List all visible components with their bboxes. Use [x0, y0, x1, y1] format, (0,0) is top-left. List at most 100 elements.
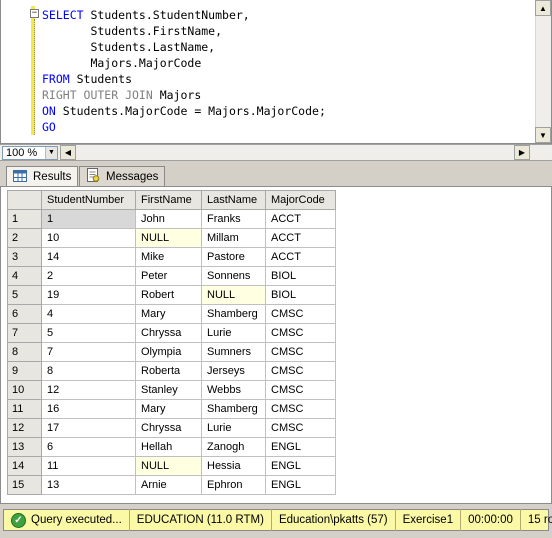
grid-cell[interactable]: 14 [41, 247, 136, 267]
grid-cell[interactable]: ENGL [265, 475, 336, 495]
grid-cell[interactable]: Hellah [135, 437, 202, 457]
row-number-cell[interactable]: 12 [7, 418, 42, 438]
grid-cell[interactable]: Mary [135, 399, 202, 419]
grid-cell[interactable]: Millam [201, 228, 266, 248]
column-header[interactable]: StudentNumber [41, 190, 136, 210]
code-line[interactable]: ON Students.MajorCode = Majors.MajorCode… [42, 103, 326, 119]
grid-cell[interactable]: Olympia [135, 342, 202, 362]
row-number-cell[interactable]: 8 [7, 342, 42, 362]
table-row[interactable]: 8 7 Olympia Sumners CMSC [7, 342, 336, 362]
table-row[interactable]: 3 14 Mike Pastore ACCT [7, 247, 336, 267]
grid-cell[interactable]: ACCT [265, 209, 336, 229]
results-grid[interactable]: StudentNumber FirstName LastName MajorCo… [7, 190, 336, 495]
grid-cell[interactable]: 13 [41, 475, 136, 495]
sql-code-text[interactable]: SELECT Students.StudentNumber, Students.… [42, 7, 326, 135]
grid-cell[interactable]: 5 [41, 323, 136, 343]
tab-messages[interactable]: Messages [79, 166, 166, 186]
row-number-cell[interactable]: 3 [7, 247, 42, 267]
grid-cell[interactable]: NULL [201, 285, 266, 305]
column-header[interactable]: FirstName [135, 190, 202, 210]
grid-cell[interactable]: Peter [135, 266, 202, 286]
table-row[interactable]: 12 17 Chryssa Lurie CMSC [7, 418, 336, 438]
grid-cell[interactable]: 4 [41, 304, 136, 324]
grid-cell[interactable]: Mike [135, 247, 202, 267]
table-row[interactable]: 2 10 NULL Millam ACCT [7, 228, 336, 248]
grid-cell[interactable]: ACCT [265, 247, 336, 267]
grid-cell[interactable]: Chryssa [135, 418, 202, 438]
grid-cell[interactable]: BIOL [265, 285, 336, 305]
grid-cell[interactable]: CMSC [265, 342, 336, 362]
grid-cell[interactable]: 19 [41, 285, 136, 305]
table-row[interactable]: 13 6 Hellah Zanogh ENGL [7, 437, 336, 457]
grid-cell[interactable]: Zanogh [201, 437, 266, 457]
row-number-cell[interactable]: 5 [7, 285, 42, 305]
chevron-down-icon[interactable]: ▼ [45, 147, 57, 159]
grid-cell[interactable]: ENGL [265, 437, 336, 457]
row-number-cell[interactable]: 11 [7, 399, 42, 419]
grid-cell[interactable]: Jerseys [201, 361, 266, 381]
table-row[interactable]: 1 1 John Franks ACCT [7, 209, 336, 229]
collapse-toggle-icon[interactable]: − [30, 9, 39, 18]
grid-cell[interactable]: 10 [41, 228, 136, 248]
grid-cell[interactable]: Hessia [201, 456, 266, 476]
grid-cell[interactable]: Mary [135, 304, 202, 324]
grid-cell[interactable]: John [135, 209, 202, 229]
column-header[interactable]: MajorCode [265, 190, 336, 210]
table-row[interactable]: 9 8 Roberta Jerseys CMSC [7, 361, 336, 381]
column-header[interactable]: LastName [201, 190, 266, 210]
grid-cell[interactable]: Pastore [201, 247, 266, 267]
grid-cell[interactable]: CMSC [265, 399, 336, 419]
row-number-cell[interactable]: 13 [7, 437, 42, 457]
code-line[interactable]: FROM Students [42, 71, 326, 87]
code-line[interactable]: Students.LastName, [42, 39, 326, 55]
editor-vertical-scrollbar[interactable]: ▲ ▼ [535, 0, 551, 143]
table-row[interactable]: 4 2 Peter Sonnens BIOL [7, 266, 336, 286]
tab-results[interactable]: Results [6, 166, 79, 187]
grid-cell[interactable]: ACCT [265, 228, 336, 248]
grid-cell[interactable]: NULL [135, 228, 202, 248]
table-row[interactable]: 5 19 Robert NULL BIOL [7, 285, 336, 305]
grid-cell[interactable]: 6 [41, 437, 136, 457]
grid-cell[interactable]: ENGL [265, 456, 336, 476]
code-line[interactable]: GO [42, 119, 326, 135]
table-row[interactable]: 7 5 Chryssa Lurie CMSC [7, 323, 336, 343]
grid-cell[interactable]: Lurie [201, 418, 266, 438]
grid-corner-cell[interactable] [7, 190, 42, 210]
grid-cell[interactable]: Shamberg [201, 304, 266, 324]
grid-cell[interactable]: NULL [135, 456, 202, 476]
grid-cell[interactable]: Ephron [201, 475, 266, 495]
grid-cell[interactable]: Sumners [201, 342, 266, 362]
row-number-cell[interactable]: 1 [7, 209, 42, 229]
scroll-left-arrow-icon[interactable]: ◀ [60, 145, 76, 160]
grid-cell[interactable]: Shamberg [201, 399, 266, 419]
results-grid-pane[interactable]: StudentNumber FirstName LastName MajorCo… [0, 186, 552, 504]
grid-cell[interactable]: Arnie [135, 475, 202, 495]
grid-cell[interactable]: 2 [41, 266, 136, 286]
table-row[interactable]: 15 13 Arnie Ephron ENGL [7, 475, 336, 495]
table-row[interactable]: 6 4 Mary Shamberg CMSC [7, 304, 336, 324]
row-number-cell[interactable]: 4 [7, 266, 42, 286]
grid-cell[interactable]: BIOL [265, 266, 336, 286]
code-line[interactable]: RIGHT OUTER JOIN Majors [42, 87, 326, 103]
grid-cell[interactable]: Stanley [135, 380, 202, 400]
zoom-select[interactable]: 100 % ▼ [2, 146, 58, 160]
row-number-cell[interactable]: 6 [7, 304, 42, 324]
grid-cell[interactable]: CMSC [265, 361, 336, 381]
grid-cell[interactable]: CMSC [265, 380, 336, 400]
grid-cell[interactable]: 7 [41, 342, 136, 362]
grid-cell[interactable]: Chryssa [135, 323, 202, 343]
table-row[interactable]: 14 11 NULL Hessia ENGL [7, 456, 336, 476]
grid-cell[interactable]: 17 [41, 418, 136, 438]
sql-editor[interactable]: − SELECT Students.StudentNumber, Student… [0, 0, 552, 144]
grid-cell[interactable]: Robert [135, 285, 202, 305]
row-number-cell[interactable]: 9 [7, 361, 42, 381]
table-row[interactable]: 11 16 Mary Shamberg CMSC [7, 399, 336, 419]
grid-cell[interactable]: 1 [41, 209, 136, 229]
scroll-up-arrow-icon[interactable]: ▲ [535, 0, 551, 16]
grid-cell[interactable]: 12 [41, 380, 136, 400]
code-line[interactable]: SELECT Students.StudentNumber, [42, 7, 326, 23]
row-number-cell[interactable]: 15 [7, 475, 42, 495]
scroll-down-arrow-icon[interactable]: ▼ [535, 127, 551, 143]
grid-cell[interactable]: 11 [41, 456, 136, 476]
code-line[interactable]: Students.FirstName, [42, 23, 326, 39]
